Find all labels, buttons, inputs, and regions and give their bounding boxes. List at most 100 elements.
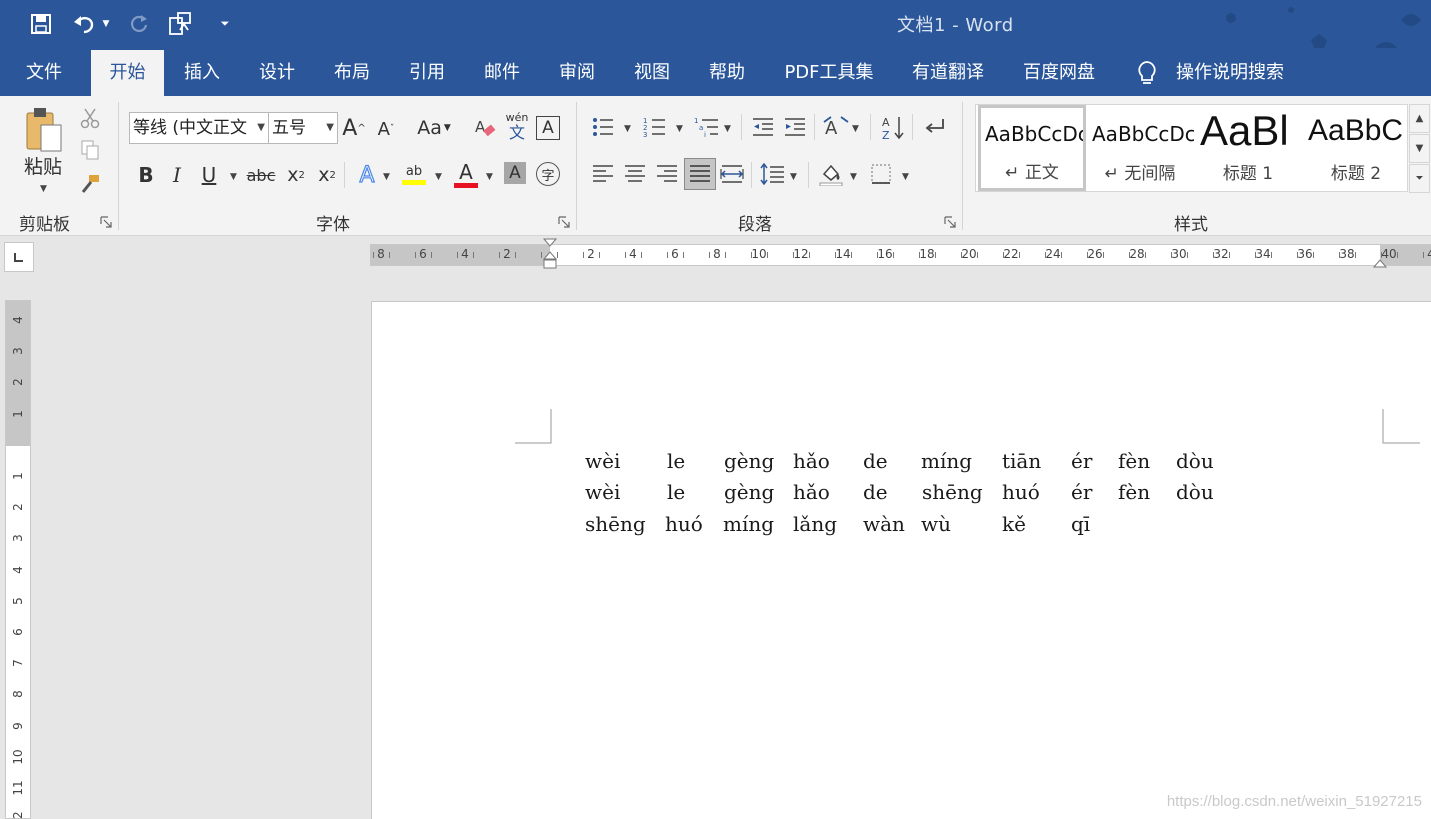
font-name-combo[interactable]: 等线 (中文正文 ▼ [129,112,269,144]
document-page[interactable]: wèi le gèng hǎo de míng tiān ér fèn dòu wèi le gèng h… [371,301,1431,819]
indent-markers-icon[interactable] [543,238,557,274]
justify-icon[interactable] [684,158,716,190]
decrease-indent-icon[interactable] [750,114,776,140]
paragraph-launcher-icon[interactable] [944,216,956,228]
shrink-font-button[interactable]: Aˇ [374,116,398,142]
style-heading-1[interactable]: AaBl 标题 1 [1194,105,1302,191]
borders-icon[interactable] [868,160,894,188]
shading-dropdown-icon[interactable]: ▼ [850,172,857,182]
tell-me-search[interactable]: 操作说明搜索 [1170,50,1290,96]
font-size-dropdown-icon[interactable]: ▼ [326,113,334,143]
distributed-icon[interactable] [718,160,746,188]
tab-selector-icon[interactable] [4,242,34,272]
ruler-label: 22 [1003,247,1019,261]
paste-button[interactable]: 粘贴 [20,152,66,178]
styles-more-icon[interactable]: ⏷ [1409,164,1430,193]
tab-mailings[interactable]: 邮件 [470,50,534,96]
tab-baidu-netdisk[interactable]: 百度网盘 [1013,50,1105,96]
subscript-button[interactable]: x2 [283,160,309,190]
chinese-layout-dropdown-icon[interactable]: ▼ [852,124,859,134]
change-case-button[interactable]: Aa ▼ [412,114,456,142]
tab-home[interactable]: 开始 [91,50,164,96]
tab-review[interactable]: 审阅 [545,50,609,96]
vertical-ruler-label: 3 [11,534,25,543]
bullets-dropdown-icon[interactable]: ▼ [624,124,631,134]
italic-button[interactable]: I [164,160,190,190]
underline-dropdown-icon[interactable]: ▼ [230,172,237,182]
font-size-combo[interactable]: 五号 ▼ [268,112,338,144]
shading-icon[interactable] [816,160,846,188]
customize-qat-icon[interactable]: ⏷ [210,8,240,40]
ruler-label: 14 [835,247,851,261]
tab-layout[interactable]: 布局 [320,50,384,96]
style-normal[interactable]: AaBbCcDc ↵ 正文 [978,105,1086,191]
tab-youdao-translate[interactable]: 有道翻译 [902,50,994,96]
tab-view[interactable]: 视图 [620,50,684,96]
character-shading-button[interactable]: A [504,162,526,184]
multilevel-list-icon[interactable]: 1ai [693,114,721,140]
text-effects-button[interactable]: A [353,160,381,190]
sort-icon[interactable]: AZ [880,114,906,142]
ruler-tick [457,252,458,258]
superscript-mark: 2 [329,169,336,181]
ruler-tick [415,252,416,258]
font-color-dropdown-icon[interactable]: ▼ [486,172,493,182]
style-heading-2[interactable]: AaBbC 标题 2 [1302,105,1410,191]
pinyin-word: de [863,480,888,504]
cut-icon[interactable] [78,106,102,130]
styles-scroll-down-icon[interactable]: ▼ [1409,134,1430,163]
vertical-ruler[interactable]: 4321123456789101112 [5,300,31,819]
numbering-dropdown-icon[interactable]: ▼ [676,124,683,134]
ruler-tick [557,252,558,258]
undo-dropdown-icon[interactable]: ▼ [96,8,116,40]
highlight-dropdown-icon[interactable]: ▼ [435,172,442,182]
phonetic-guide-button[interactable]: wén 文 [504,110,530,144]
line-spacing-dropdown-icon[interactable]: ▼ [790,172,797,182]
align-right-icon[interactable] [654,160,680,188]
lightbulb-icon[interactable] [1130,50,1164,96]
show-marks-icon[interactable] [922,114,948,140]
text-effects-dropdown-icon[interactable]: ▼ [383,172,390,182]
align-center-icon[interactable] [622,160,648,188]
align-left-icon[interactable] [590,160,616,188]
clipboard-launcher-icon[interactable] [100,216,112,228]
clipboard-paste-icon[interactable] [20,104,70,156]
horizontal-ruler[interactable]: 8 6 4 2 2 4 6 8 10 12 14 16 18 20 22 24 26 28 30 32 34 36 38 40… [370,238,1431,269]
clear-formatting-icon[interactable]: A [472,114,498,142]
bullets-icon[interactable] [590,114,616,140]
highlight-color-button[interactable]: ab [400,158,428,190]
borders-dropdown-icon[interactable]: ▼ [902,172,909,182]
bold-button[interactable]: B [133,160,159,190]
tab-file[interactable]: 文件 [14,50,74,96]
tab-pdf-tools[interactable]: PDF工具集 [774,50,884,96]
enclose-characters-button[interactable]: 字 [536,162,560,186]
style-no-spacing[interactable]: AaBbCcDc ↵ 无间隔 [1086,105,1194,191]
font-color-button[interactable]: A [452,158,480,190]
strikethrough-button[interactable]: abc [246,160,276,190]
underline-button[interactable]: U [196,160,222,190]
tab-references[interactable]: 引用 [395,50,459,96]
save-icon[interactable] [26,8,56,40]
copy-icon[interactable] [78,138,102,162]
touch-mode-icon[interactable] [166,8,196,40]
redo-icon[interactable] [124,8,154,40]
font-launcher-icon[interactable] [558,216,570,228]
ruler-label: 20 [961,247,977,261]
format-painter-icon[interactable] [78,172,102,196]
numbering-icon[interactable]: 123 [642,114,668,140]
right-indent-marker-icon[interactable] [1373,258,1387,268]
increase-indent-icon[interactable] [782,114,808,140]
character-border-button[interactable]: A [536,116,560,140]
line-spacing-icon[interactable] [758,160,786,188]
tab-insert[interactable]: 插入 [170,50,234,96]
superscript-button[interactable]: x2 [314,160,340,190]
paste-dropdown-icon[interactable]: ▼ [40,184,47,194]
grow-font-button[interactable]: A ^ [342,114,366,142]
tab-help[interactable]: 帮助 [695,50,759,96]
ruler-tick [683,252,684,258]
font-name-dropdown-icon[interactable]: ▼ [257,113,265,143]
tab-design[interactable]: 设计 [245,50,309,96]
chinese-layout-icon[interactable]: A [822,114,850,140]
multilevel-dropdown-icon[interactable]: ▼ [724,124,731,134]
styles-scroll-up-icon[interactable]: ▲ [1409,104,1430,133]
